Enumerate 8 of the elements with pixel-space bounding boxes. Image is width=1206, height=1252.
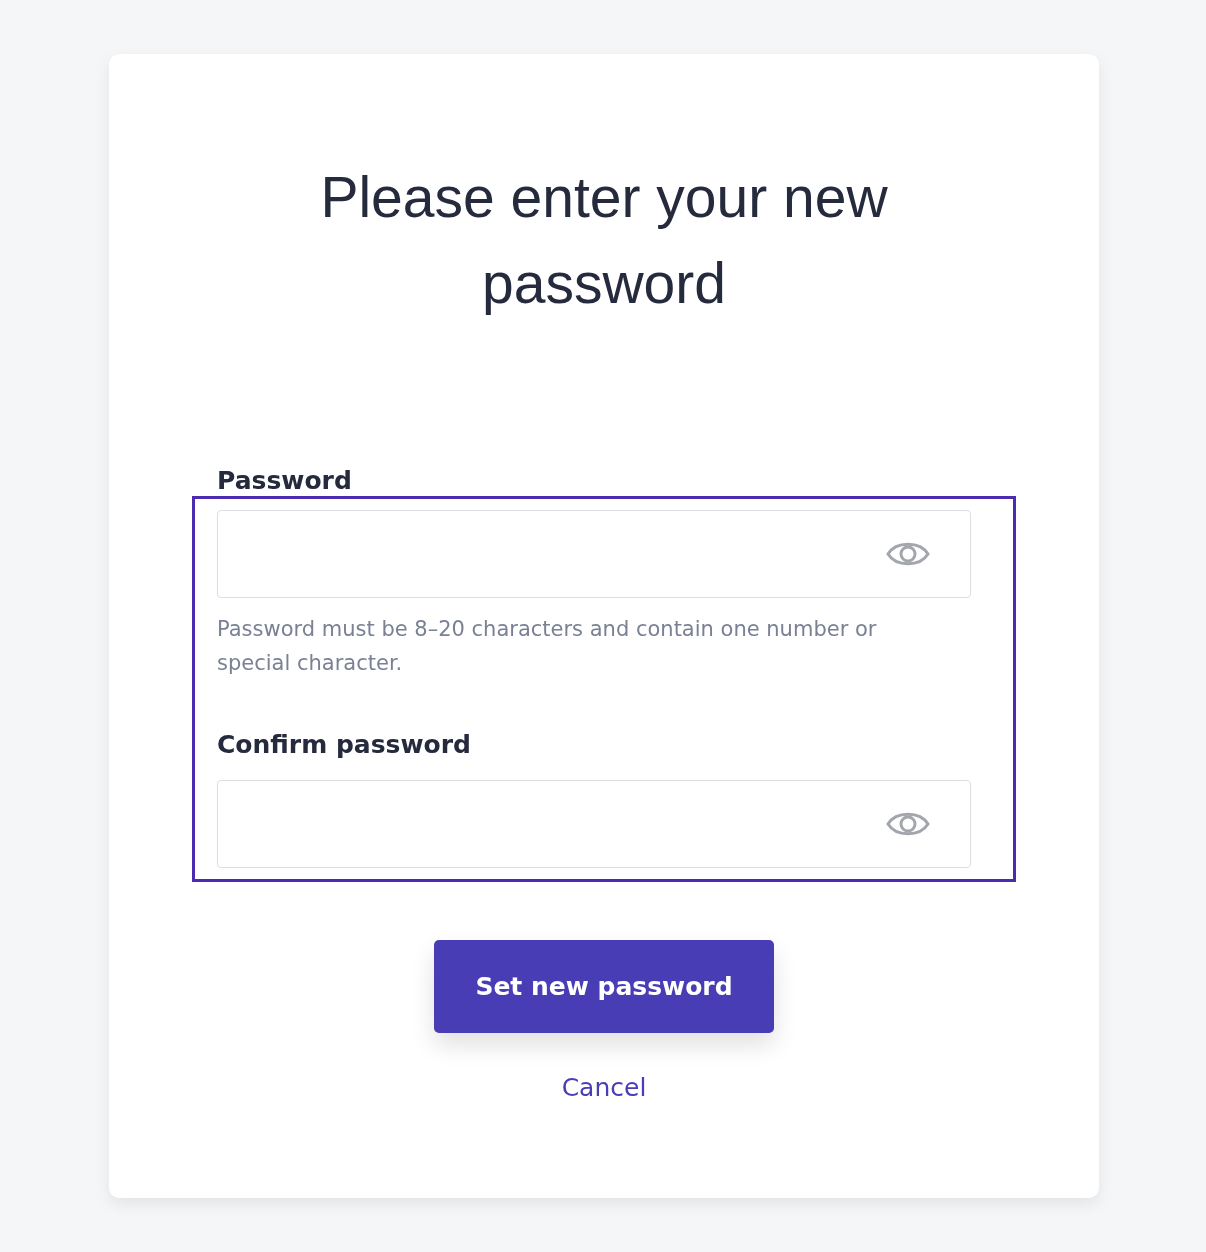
page-title: Please enter your new password bbox=[319, 164, 889, 317]
field-label: Confirm password bbox=[217, 730, 472, 760]
field-label: Password bbox=[217, 466, 353, 496]
helper-text: Password must be 8–20 characters and contain one number or special character. bbox=[217, 616, 878, 677]
password-field[interactable] bbox=[217, 780, 971, 868]
cancel-link[interactable]: Cancel bbox=[561, 1073, 647, 1102]
submit-button[interactable]: Set new password bbox=[434, 940, 774, 1033]
password-field[interactable] bbox=[217, 510, 971, 598]
